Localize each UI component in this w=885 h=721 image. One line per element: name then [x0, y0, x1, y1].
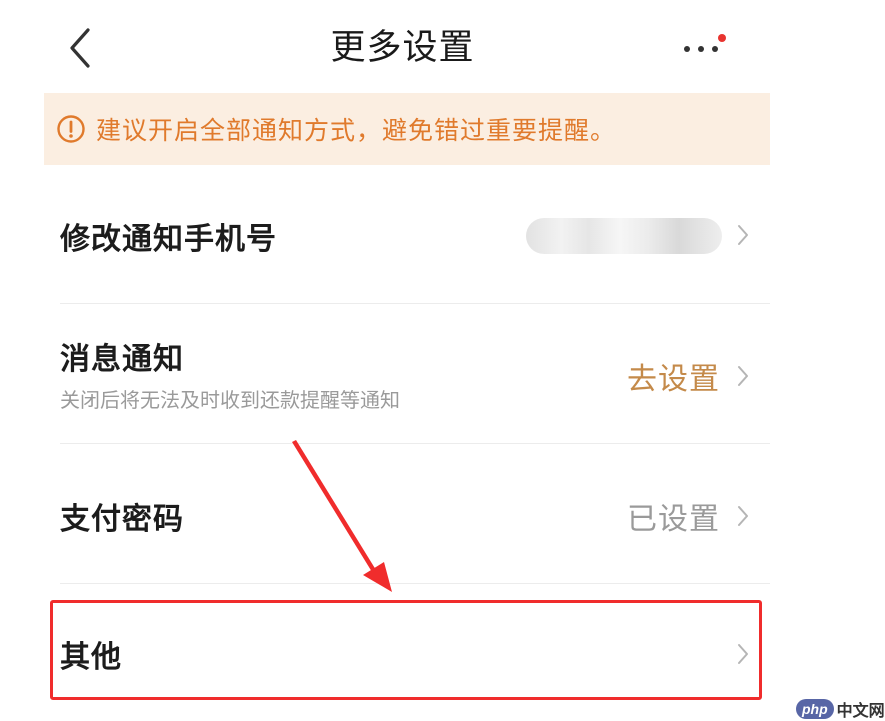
row-title: 支付密码	[60, 502, 184, 537]
unread-badge-dot	[718, 34, 726, 42]
settings-row-message-notification[interactable]: 消息通知 关闭后将无法及时收到还款提醒等通知 去设置	[60, 304, 770, 444]
settings-row-payment-password[interactable]: 支付密码 已设置	[60, 444, 770, 584]
row-title: 修改通知手机号	[60, 222, 277, 257]
chevron-right-icon	[738, 225, 748, 245]
chevron-right-icon	[738, 506, 748, 526]
notification-tip-banner: 建议开启全部通知方式，避免错过重要提醒。	[44, 93, 770, 165]
obscured-phone-number	[526, 218, 722, 254]
watermark-logo: php	[796, 699, 834, 719]
warning-circle-icon	[57, 115, 85, 143]
chevron-right-icon	[738, 366, 748, 386]
settings-row-change-phone[interactable]: 修改通知手机号	[60, 166, 770, 304]
payment-password-status: 已设置	[627, 502, 720, 537]
row-subtitle: 关闭后将无法及时收到还款提醒等通知	[60, 388, 400, 412]
go-settings-link[interactable]: 去设置	[627, 354, 720, 398]
watermark: php 中文网	[796, 697, 885, 721]
watermark-text: 中文网	[836, 701, 885, 720]
row-title: 消息通知	[60, 342, 184, 377]
top-nav-bar: 更多设置	[0, 0, 885, 92]
more-button[interactable]	[680, 30, 728, 64]
notice-text: 建议开启全部通知方式，避免错过重要提醒。	[96, 116, 617, 145]
highlight-box-annotation	[50, 600, 762, 700]
